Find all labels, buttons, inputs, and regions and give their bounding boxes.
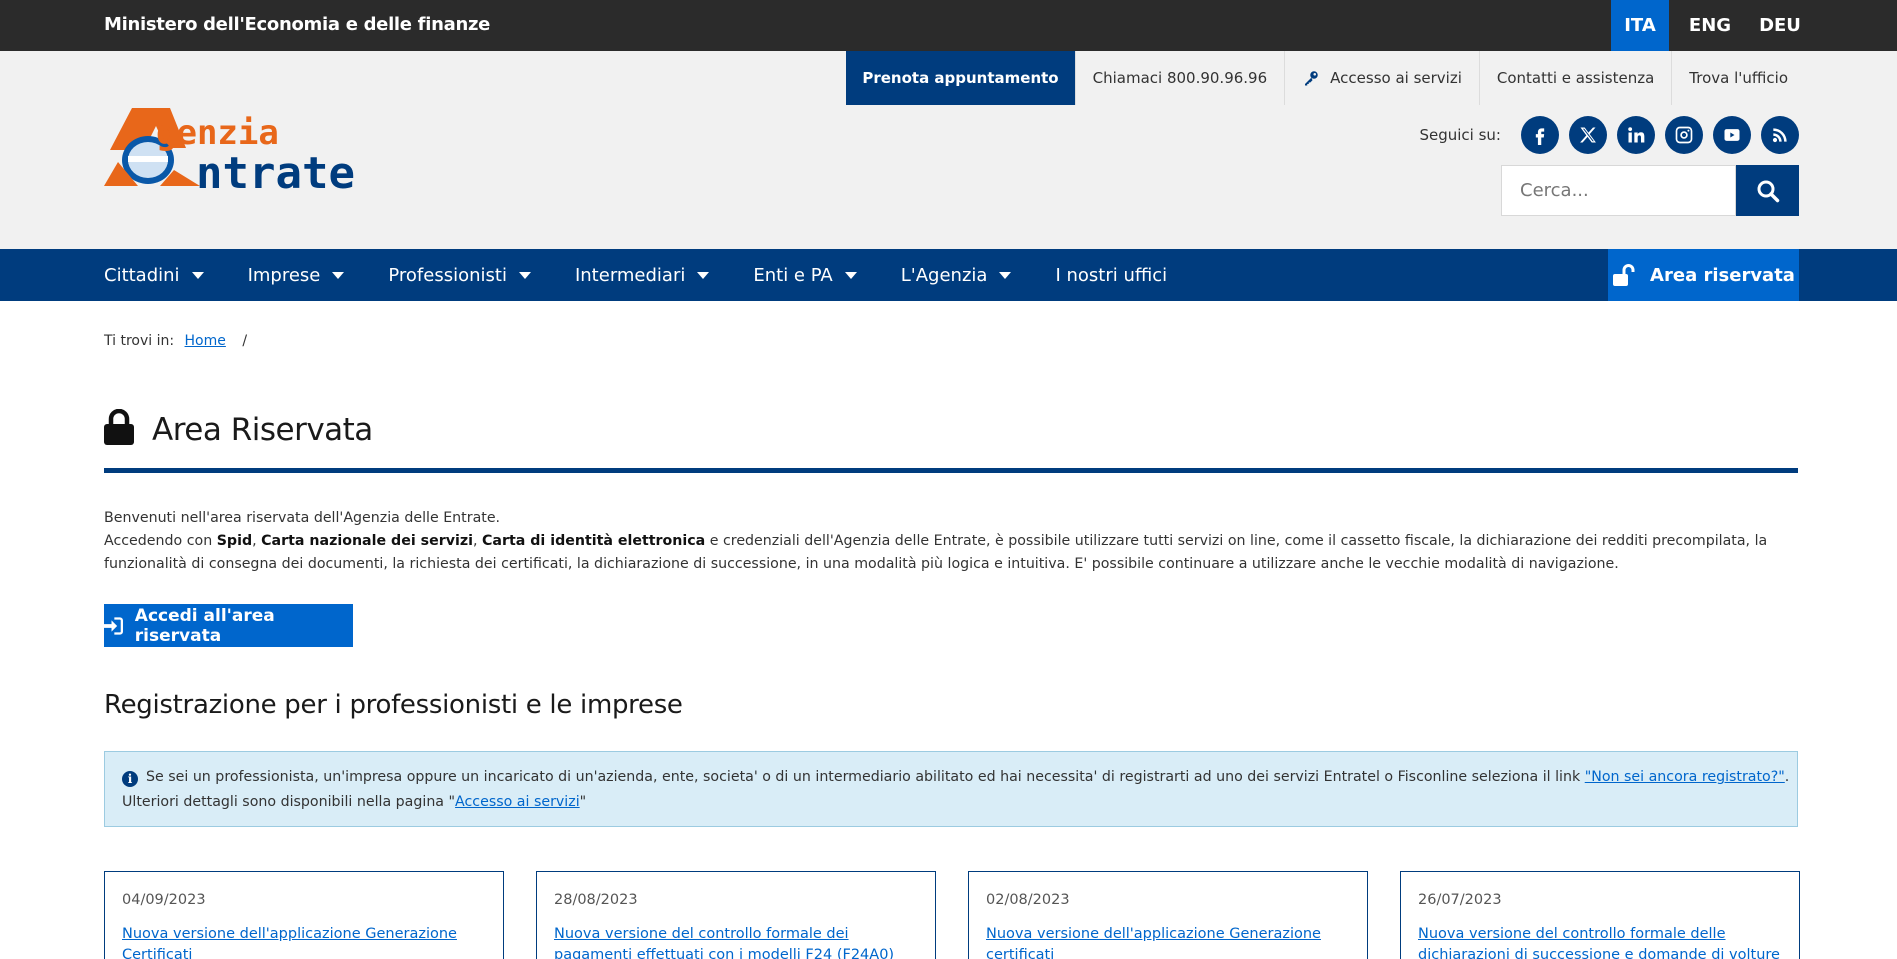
- intro-text-a: Accedendo con: [104, 533, 217, 549]
- intro-cns: Carta nazionale dei servizi: [261, 533, 473, 549]
- page: Ministero dell'Economia e delle finanze …: [0, 0, 1897, 959]
- language-switcher: ITA ENG DEU: [1611, 0, 1809, 51]
- top-bar: Ministero dell'Economia e delle finanze …: [0, 0, 1897, 51]
- accesso-servizi-label: Accesso ai servizi: [1330, 69, 1462, 87]
- caret-down-icon: [999, 271, 1012, 279]
- info-alert: i Se sei un professionista, un'impresa op…: [104, 751, 1798, 827]
- intro-sep: ,: [472, 533, 482, 549]
- alert-text-end: .: [1784, 769, 1790, 785]
- nav-item-imprese[interactable]: Imprese: [248, 265, 345, 286]
- news-link[interactable]: Nuova versione dell'applicazione Generaz…: [986, 924, 1351, 959]
- caret-down-icon: [844, 271, 857, 279]
- alert-line-1: i Se sei un professionista, un'impresa op…: [122, 765, 1797, 790]
- linkedin-icon[interactable]: [1617, 116, 1655, 154]
- instagram-icon[interactable]: [1665, 116, 1703, 154]
- news-cards: 04/09/2023 Nuova versione dell'applicazi…: [104, 871, 1800, 959]
- news-date: 28/08/2023: [554, 892, 638, 908]
- accesso-servizi-inline-link[interactable]: Accesso ai servizi: [455, 794, 580, 810]
- nav-item-cittadini[interactable]: Cittadini: [104, 265, 204, 286]
- intro-spid: Spid: [216, 533, 253, 549]
- nav-item-enti-pa[interactable]: Enti e PA: [753, 264, 857, 286]
- alert-line-2: Ulteriori dettagli sono disponibili nell…: [122, 790, 1797, 815]
- alert-text: Se sei un professionista, un'impresa opp…: [146, 769, 1585, 785]
- lang-eng[interactable]: ENG: [1681, 0, 1739, 51]
- accesso-servizi-link[interactable]: Accesso ai servizi: [1284, 51, 1479, 105]
- logo-text-entrate: ntrate: [196, 148, 355, 192]
- news-date: 04/09/2023: [122, 892, 206, 908]
- social-links: Seguici su:: [1419, 116, 1799, 154]
- trova-ufficio-link[interactable]: Trova l'ufficio: [1671, 51, 1805, 105]
- page-title: Area Riservata: [152, 412, 373, 448]
- nav-label: Intermediari: [574, 264, 686, 286]
- accedi-area-riservata-button[interactable]: Accedi all'area riservata: [104, 604, 353, 647]
- x-icon[interactable]: [1569, 116, 1607, 154]
- section-title: Registrazione per i professionisti e le …: [104, 690, 683, 720]
- chiamaci-link[interactable]: Chiamaci 800.90.96.96: [1074, 51, 1285, 105]
- main-nav: Cittadini Imprese Professionisti Interme…: [0, 249, 1897, 301]
- breadcrumb: Ti trovi in: Home /: [104, 333, 247, 349]
- news-card: 26/07/2023 Nuova versione del controllo …: [1400, 871, 1800, 959]
- non-registrato-link[interactable]: "Non sei ancora registrato?": [1585, 769, 1785, 785]
- facebook-icon[interactable]: [1521, 116, 1559, 154]
- lang-ita[interactable]: ITA: [1611, 0, 1669, 51]
- contatti-assistenza-link[interactable]: Contatti e assistenza: [1478, 51, 1671, 105]
- search-icon: [1757, 180, 1779, 202]
- news-card: 28/08/2023 Nuova versione del controllo …: [536, 871, 936, 959]
- nav-label: Enti e PA: [753, 264, 833, 286]
- info-icon: i: [122, 771, 138, 787]
- social-label: Seguici su:: [1419, 126, 1501, 144]
- utility-nav: Prenota appuntamento Chiamaci 800.90.96.…: [846, 51, 1805, 105]
- caret-down-icon: [332, 271, 345, 279]
- nav-label: L'Agenzia: [900, 264, 988, 286]
- news-date: 26/07/2023: [1418, 892, 1502, 908]
- breadcrumb-separator: /: [242, 333, 248, 349]
- nav-label: Imprese: [247, 264, 321, 286]
- area-riservata-label: Area riservata: [1650, 264, 1795, 286]
- nav-label: I nostri uffici: [1055, 264, 1168, 286]
- breadcrumb-prefix: Ti trovi in:: [104, 333, 175, 349]
- area-riservata-button[interactable]: Area riservata: [1608, 249, 1799, 301]
- intro-line-1: Benvenuti nell'area riservata dell'Agenz…: [104, 510, 501, 526]
- nav-label: Professionisti: [388, 264, 507, 286]
- nav-item-agenzia[interactable]: L'Agenzia: [901, 265, 1012, 286]
- sign-in-icon: [104, 616, 123, 635]
- logo-text-agenzia: genzia: [156, 113, 279, 153]
- nav-item-professionisti[interactable]: Professionisti: [388, 265, 531, 286]
- ministry-link[interactable]: Ministero dell'Economia e delle finanze: [104, 14, 490, 35]
- intro-cie: Carta di identità elettronica: [481, 533, 706, 549]
- nav-label: Cittadini: [104, 264, 180, 286]
- caret-down-icon: [697, 271, 710, 279]
- news-link[interactable]: Nuova versione del controllo formale dei…: [554, 924, 919, 959]
- agenzia-entrate-logo[interactable]: genzia ntrate: [104, 104, 384, 192]
- unlock-icon: [1613, 264, 1635, 286]
- lang-deu[interactable]: DEU: [1751, 0, 1809, 51]
- nav-item-nostri-uffici[interactable]: I nostri uffici: [1055, 265, 1167, 286]
- lock-icon: [104, 409, 134, 445]
- key-icon: [1305, 71, 1318, 86]
- accedi-label: Accedi all'area riservata: [134, 605, 275, 646]
- intro-paragraph: Accedendo con Spid, Carta nazionale dei …: [104, 530, 1804, 576]
- intro-sep: ,: [252, 533, 262, 549]
- intro-text: Benvenuti nell'area riservata dell'Agenz…: [104, 507, 1804, 576]
- caret-down-icon: [191, 271, 204, 279]
- search-button[interactable]: [1736, 165, 1799, 216]
- rss-icon[interactable]: [1761, 116, 1799, 154]
- alert-text-end: ": [579, 794, 587, 810]
- news-card: 04/09/2023 Nuova versione dell'applicazi…: [104, 871, 504, 959]
- news-link[interactable]: Nuova versione del controllo formale del…: [1418, 924, 1783, 959]
- prenota-appuntamento-link[interactable]: Prenota appuntamento: [846, 51, 1075, 105]
- news-card: 02/08/2023 Nuova versione dell'applicazi…: [968, 871, 1368, 959]
- header: Prenota appuntamento Chiamaci 800.90.96.…: [0, 51, 1897, 249]
- nav-item-intermediari[interactable]: Intermediari: [574, 264, 710, 286]
- search-bar: [1501, 165, 1799, 216]
- news-date: 02/08/2023: [986, 892, 1070, 908]
- caret-down-icon: [518, 271, 531, 279]
- news-link[interactable]: Nuova versione dell'applicazione Generaz…: [122, 924, 487, 959]
- alert-text: Ulteriori dettagli sono disponibili nell…: [122, 794, 456, 810]
- breadcrumb-home-link[interactable]: Home: [185, 333, 226, 349]
- page-title-block: Area Riservata: [104, 409, 1798, 473]
- youtube-icon[interactable]: [1713, 116, 1751, 154]
- search-input[interactable]: [1501, 165, 1736, 216]
